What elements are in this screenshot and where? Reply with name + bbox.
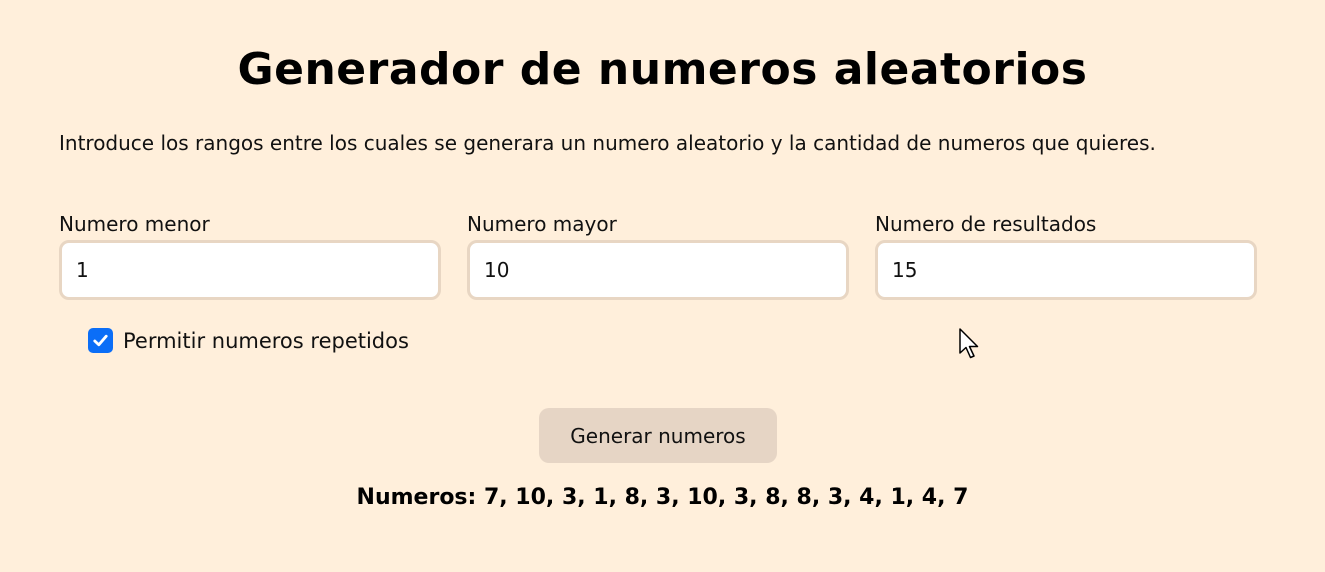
result-count-input[interactable] (875, 240, 1257, 300)
intro-text: Introduce los rangos entre los cuales se… (59, 131, 1156, 155)
min-number-input[interactable] (59, 240, 441, 300)
mouse-pointer-icon (959, 328, 979, 359)
max-number-label: Numero mayor (467, 212, 617, 236)
allow-repeats-option: Permitir numeros repetidos (88, 328, 409, 353)
min-number-label: Numero menor (59, 212, 210, 236)
min-number-field: Numero menor (59, 210, 441, 300)
generate-button[interactable]: Generar numeros (539, 408, 777, 463)
result-count-field: Numero de resultados (875, 210, 1257, 300)
allow-repeats-label[interactable]: Permitir numeros repetidos (123, 329, 409, 353)
results-text: Numeros: 7, 10, 3, 1, 8, 3, 10, 3, 8, 8,… (356, 485, 969, 510)
allow-repeats-checkbox[interactable] (88, 328, 113, 353)
max-number-field: Numero mayor (467, 210, 849, 300)
max-number-input[interactable] (467, 240, 849, 300)
result-count-label: Numero de resultados (875, 212, 1097, 236)
page-title: Generador de numeros aleatorios (237, 44, 1088, 95)
checkmark-icon (93, 334, 108, 347)
